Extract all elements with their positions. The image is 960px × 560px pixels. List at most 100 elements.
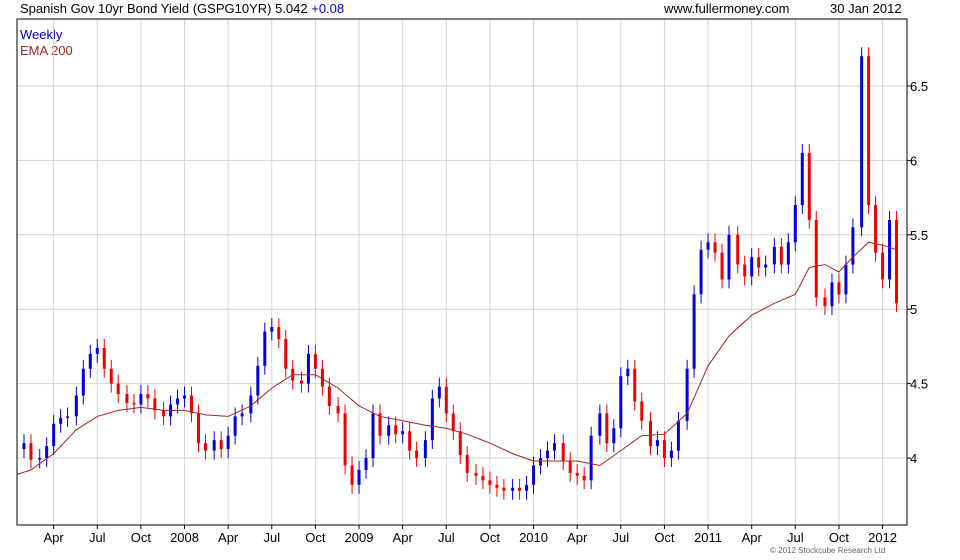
price-bar [669, 450, 673, 459]
price-bar [458, 431, 462, 456]
price-bar [203, 443, 207, 451]
price-bar [881, 252, 885, 280]
price-bar [800, 152, 804, 206]
price-bar [720, 252, 724, 280]
price-bar [779, 246, 783, 265]
price-bar [648, 420, 652, 447]
y-tick-label: 5.5 [910, 228, 928, 243]
price-bar [743, 264, 747, 277]
price-bar [66, 416, 70, 418]
y-tick-label: 6 [910, 153, 917, 168]
price-bar [263, 331, 267, 366]
x-tick-label: Jul [787, 530, 804, 545]
price-bar [837, 282, 841, 295]
price-bar [59, 417, 63, 424]
price-bar [757, 257, 761, 268]
y-tick-label: 5 [910, 302, 917, 317]
price-bar [851, 227, 855, 265]
price-bar [525, 484, 529, 491]
price-bar [895, 219, 899, 304]
price-bar [539, 458, 543, 466]
price-bar [511, 487, 515, 491]
price-bar [619, 376, 623, 429]
grid-lines [17, 19, 907, 525]
price-bar [336, 405, 340, 414]
x-tick-label: Oct [829, 530, 850, 545]
plot-frame [16, 18, 908, 526]
price-bar [423, 440, 427, 459]
price-bar [212, 440, 216, 451]
price-bar [626, 368, 630, 377]
price-chart: Apr Jul Oct 2008 Apr Jul Oct 2009 Apr Jul Oct 2010 A… [16, 18, 928, 545]
price-bar [116, 383, 120, 395]
price-bar [415, 450, 419, 459]
price-bar [102, 347, 106, 369]
price-bar [299, 380, 303, 384]
x-tick-label: 2010 [519, 530, 548, 545]
price-bar [699, 249, 703, 295]
price-bar [750, 257, 754, 277]
price-bar [125, 394, 129, 403]
price-bar [437, 386, 441, 399]
price-bar [95, 347, 99, 354]
price-bar [52, 423, 56, 447]
price-bar [874, 205, 878, 253]
price-bar [814, 219, 818, 298]
price-bar [612, 428, 616, 444]
price-bar [162, 410, 166, 417]
price-bar [655, 440, 659, 447]
price-bar [364, 458, 368, 470]
x-tick-label: 2012 [868, 530, 897, 545]
price-bar [240, 413, 244, 417]
price-bar [561, 443, 565, 462]
ema-line [16, 241, 897, 475]
price-bar [313, 353, 317, 369]
price-bar [408, 431, 412, 451]
y-tick-label: 4 [910, 451, 917, 466]
price-bar [451, 413, 455, 432]
price-bar [582, 475, 586, 481]
price-bar [350, 465, 354, 485]
x-tick-label: Apr [393, 530, 414, 545]
price-bar [532, 465, 536, 485]
x-tick-label: 2011 [694, 530, 722, 545]
price-bar [226, 435, 230, 450]
price-bar [444, 386, 448, 414]
price-bar [219, 440, 223, 450]
x-tick-label: 2009 [345, 530, 374, 545]
price-bar [343, 413, 347, 466]
price-bar [327, 386, 331, 406]
price-bar [495, 484, 499, 488]
price-bar [29, 443, 33, 460]
price-bar [474, 472, 478, 476]
price-bar [109, 368, 113, 384]
price-bar [807, 152, 811, 220]
price-bar [786, 242, 790, 265]
price-bar [190, 395, 194, 414]
price-bar [88, 353, 92, 369]
price-bar [176, 398, 180, 405]
price-bar [277, 327, 281, 339]
price-bar [706, 242, 710, 250]
price-bar [830, 282, 834, 307]
price-bar [844, 264, 848, 295]
x-tick-label: Jul [89, 530, 106, 545]
x-tick-label: Oct [654, 530, 675, 545]
price-bar [568, 461, 572, 473]
price-bar [662, 440, 666, 459]
price-bar [736, 234, 740, 265]
x-tick-label: 2008 [170, 530, 199, 545]
price-bar [692, 294, 696, 369]
price-bar [713, 242, 717, 253]
price-bar [146, 394, 150, 399]
price-bar [45, 446, 49, 459]
price-bar [183, 395, 187, 399]
price-bar [284, 338, 288, 369]
price-bar [401, 431, 405, 435]
price-bar [605, 413, 609, 444]
price-bar [589, 435, 593, 481]
price-bar [860, 56, 864, 228]
price-bar [575, 472, 579, 476]
price-bar [81, 368, 85, 396]
price-bar [502, 487, 506, 491]
